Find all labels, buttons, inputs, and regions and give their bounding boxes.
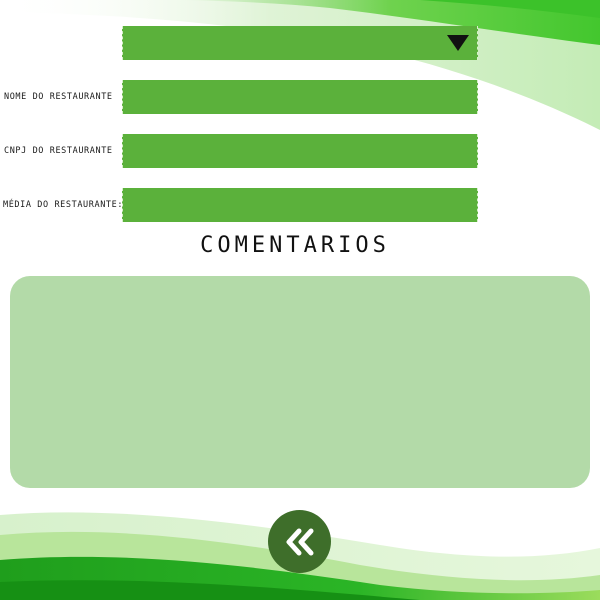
comments-textarea[interactable] bbox=[10, 276, 590, 488]
double-chevron-left-icon bbox=[286, 528, 313, 555]
media-restaurante-field[interactable] bbox=[122, 188, 478, 222]
media-restaurante-label: MÉDIA DO RESTAURANTE: bbox=[3, 200, 124, 210]
cnpj-restaurante-label: CNPJ DO RESTAURANTE bbox=[4, 146, 113, 156]
restaurant-select[interactable] bbox=[122, 26, 478, 60]
nome-restaurante-field[interactable] bbox=[122, 80, 478, 114]
back-button[interactable] bbox=[268, 510, 331, 573]
nome-restaurante-label: NOME DO RESTAURANTE bbox=[4, 92, 113, 102]
comentarios-title: COMENTARIOS bbox=[200, 233, 390, 258]
cnpj-restaurante-field[interactable] bbox=[122, 134, 478, 168]
caret-down-icon[interactable] bbox=[447, 35, 469, 51]
